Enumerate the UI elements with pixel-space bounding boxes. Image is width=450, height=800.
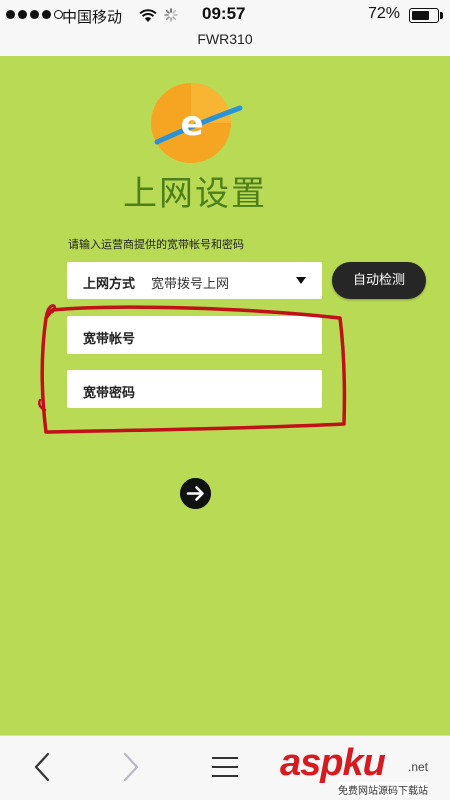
watermark-tagline: 免费网站源码下载站 [338,782,428,797]
dropdown-caret-icon [296,277,306,284]
top-bar: 中国移动 09:57 72% FWR310 [0,0,450,56]
signal-dot [18,10,27,19]
auto-detect-button[interactable]: 自动检测 [332,262,426,299]
battery-icon [409,8,439,23]
password-placeholder: 宽带密码 [83,386,136,401]
page-heading: 上网设置 [123,174,267,214]
chevron-left-icon[interactable] [18,736,68,800]
watermark: aspku .net 免费网站源码下载站 [278,742,450,800]
clock: 09:57 [202,4,246,23]
next-arrow-button[interactable] [180,478,211,509]
connection-type-label: 上网方式 [83,277,136,292]
loading-spinner-icon [164,8,178,22]
status-bar: 中国移动 09:57 72% [0,0,450,30]
connection-type-select[interactable]: 上网方式 宽带拨号上网 [67,262,322,299]
signal-dot [42,10,51,19]
carrier-name: 中国移动 [62,8,123,26]
broadband-account-input[interactable]: 宽带帐号 [67,316,322,354]
signal-strength-icon [6,10,63,19]
svg-text:e: e [180,104,203,144]
battery-tip [440,12,443,19]
battery-percent: 72% [368,5,401,22]
wifi-icon [139,9,157,22]
signal-dot [6,10,15,19]
hamburger-icon[interactable] [200,736,250,800]
account-placeholder: 宽带帐号 [83,332,136,347]
page-title: FWR310 [197,31,253,47]
battery-fill [412,11,429,20]
ie-planet-logo-icon: e [151,83,243,163]
watermark-domain: .net [408,760,429,774]
instruction-text: 请输入运营商提供的宽带帐号和密码 [68,238,244,251]
broadband-password-input[interactable]: 宽带密码 [67,370,322,408]
signal-dot [30,10,39,19]
chevron-right-icon[interactable] [105,736,155,800]
connection-type-value: 宽带拨号上网 [151,277,230,292]
watermark-brand: aspku [280,742,386,784]
